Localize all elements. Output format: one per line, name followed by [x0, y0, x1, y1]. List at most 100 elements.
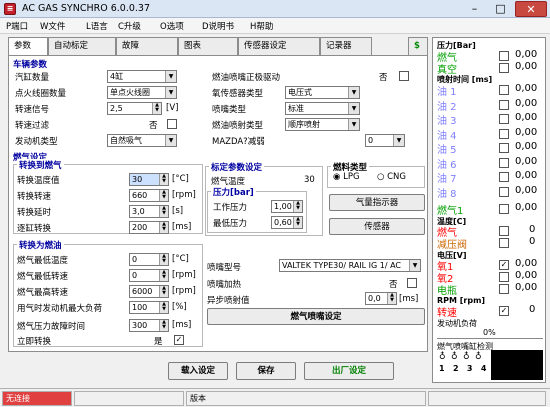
menu-file[interactable]: W文件: [40, 20, 65, 32]
close-icon[interactable]: ✕: [515, 1, 547, 17]
minimize-icon[interactable]: –: [462, 1, 487, 17]
battery-checkbox[interactable]: [499, 284, 509, 294]
ignition-select[interactable]: 单点火线圈 ▼: [107, 86, 177, 99]
rpm-checkbox[interactable]: ✓: [499, 306, 509, 316]
cng-radio[interactable]: ○ CNG: [377, 172, 406, 182]
refresh-icon[interactable]: $: [408, 37, 428, 55]
cylinder-icons: ♁ ♁ ♁ ♁: [437, 352, 487, 364]
oil-7-checkbox[interactable]: [499, 172, 509, 182]
tab-recorder[interactable]: 记录器: [320, 37, 372, 55]
lpg-radio[interactable]: ◉ LPG: [333, 172, 360, 182]
min-pressure-input[interactable]: 0,60 ▲ ▼: [271, 216, 303, 229]
tab-sensor-settings[interactable]: 传感器设定: [238, 37, 320, 55]
tab-faults[interactable]: 故障: [116, 37, 178, 55]
async-input[interactable]: 0,0 ▲ ▼: [365, 292, 397, 305]
engine-load-value: 0%: [483, 328, 496, 337]
tab-parameters[interactable]: 参数: [8, 37, 48, 56]
save-button[interactable]: 保存: [236, 362, 296, 380]
max-load-value: 100: [132, 303, 148, 312]
tab-charts[interactable]: 图表: [178, 37, 238, 55]
cylinders-select[interactable]: 4缸 ▼: [107, 70, 177, 83]
o2-2-checkbox[interactable]: [499, 272, 509, 282]
oil-7-label: 油 7: [437, 174, 457, 185]
chevron-down-icon: ▼: [165, 71, 176, 82]
reducer-temp-value: 0: [529, 236, 536, 247]
injector-icon[interactable]: ♁: [451, 352, 458, 362]
oil-4-checkbox[interactable]: [499, 128, 509, 139]
spin-arrows-icon: ▲ ▼: [159, 320, 168, 331]
max-rpm-input[interactable]: 6000 ▲ ▼: [129, 285, 169, 298]
injector-icon[interactable]: ♁: [475, 352, 482, 362]
chevron-down-icon: ▼: [348, 119, 359, 130]
factory-settings-button[interactable]: 出厂设定: [304, 362, 394, 380]
menu-options[interactable]: O选项: [160, 20, 184, 32]
menu-language[interactable]: L语言: [86, 20, 108, 32]
mazda-select[interactable]: 0 ▼: [365, 134, 405, 147]
switch-rpm-value: 660: [132, 191, 148, 200]
sensor-button[interactable]: 传感器: [329, 218, 425, 235]
gas1-label: 燃气1: [437, 206, 464, 217]
inj-mode-label: 燃油喷射类型: [212, 121, 264, 131]
oil-1-checkbox[interactable]: [499, 85, 509, 95]
inj-check-title: 燃气喷嘴缸检测: [437, 342, 493, 351]
pressure-title: 压力[bar]: [211, 186, 256, 198]
inj-heat-label: 喷嘴加热: [207, 280, 242, 290]
switch-delay-input[interactable]: 3,0 ▲ ▼: [129, 205, 169, 218]
oil-3-value: 0,00: [515, 112, 538, 123]
min-rpm-label: 燃气最低转速: [17, 272, 69, 282]
inj-model-select[interactable]: VALTEK TYPE30/ RAIL IG 1/ AC ▼: [279, 259, 421, 272]
fault-time-input[interactable]: 300 ▲ ▼: [129, 319, 169, 332]
spin-arrows-icon: ▲ ▼: [159, 222, 168, 233]
o2-1-checkbox[interactable]: ✓: [499, 260, 509, 270]
rpm-signal-input[interactable]: 2,5 ▲ ▼: [107, 102, 162, 115]
tab-autocalibration[interactable]: 自动标定: [48, 37, 116, 55]
menu-help[interactable]: H帮助: [250, 20, 273, 32]
cyl-1-label: 1: [439, 364, 445, 373]
max-rpm-unit: [rpm]: [172, 286, 196, 296]
engine-type-select[interactable]: 自然吸气 ▼: [107, 134, 177, 147]
async-unit: [ms]: [399, 294, 419, 304]
spin-arrows-icon: ▲ ▼: [159, 286, 168, 297]
async-value: 0,0: [368, 294, 381, 303]
work-pressure-value: 1,00: [274, 202, 292, 211]
oil-5-checkbox[interactable]: [499, 143, 509, 153]
mazda-value: 0: [368, 136, 374, 145]
menu-port[interactable]: P端口: [6, 20, 28, 32]
level-indicator-button[interactable]: 气量指示器: [329, 194, 425, 211]
switch-rpm-input[interactable]: 660 ▲ ▼: [129, 189, 169, 202]
min-rpm-input[interactable]: 0 ▲ ▼: [129, 269, 169, 282]
gas-driver-checkbox[interactable]: [399, 71, 409, 81]
oil-6-checkbox[interactable]: [499, 157, 509, 168]
vacuum-checkbox[interactable]: [499, 63, 509, 73]
max-load-input[interactable]: 100 ▲ ▼: [129, 301, 169, 314]
work-pressure-input[interactable]: 1,00 ▲ ▼: [271, 200, 303, 213]
oil-2-checkbox[interactable]: [499, 99, 509, 110]
menu-manual[interactable]: D说明书: [202, 20, 234, 32]
gas-temp-checkbox[interactable]: [499, 226, 509, 236]
o2-type-value: 电压式: [288, 88, 312, 97]
status-cell-right: [428, 391, 546, 406]
menu-upgrade[interactable]: C升级: [118, 20, 141, 32]
injector-icon[interactable]: ♁: [463, 352, 470, 362]
inj-type-select[interactable]: 标准 ▼: [285, 102, 360, 115]
min-temp-input[interactable]: 0 ▲ ▼: [129, 253, 169, 266]
load-settings-button[interactable]: 载入设定: [168, 362, 228, 380]
inj-heat-checkbox[interactable]: [407, 278, 417, 288]
maximize-icon[interactable]: □: [488, 1, 513, 17]
injector-settings-button[interactable]: 燃气喷嘴设定: [207, 308, 425, 325]
oil-3-checkbox[interactable]: [499, 114, 509, 124]
oil-1-label: 油 1: [437, 87, 457, 98]
switch-temp-input[interactable]: 30 ▲ ▼: [129, 173, 169, 186]
gas-pressure-checkbox[interactable]: [499, 51, 509, 61]
gas1-checkbox[interactable]: [499, 204, 509, 214]
min-temp-value: 0: [132, 255, 138, 264]
cylinder-numbers: 1 2 3 4: [439, 364, 486, 373]
rpm-filter-checkbox[interactable]: [167, 119, 177, 129]
oil-8-checkbox[interactable]: [499, 186, 509, 197]
instant-checkbox[interactable]: ✓: [174, 335, 184, 345]
reducer-temp-checkbox[interactable]: [499, 238, 509, 248]
inj-mode-select[interactable]: 顺序喷射 ▼: [285, 118, 360, 131]
o2-type-select[interactable]: 电压式 ▼: [285, 86, 360, 99]
gradual-input[interactable]: 200 ▲ ▼: [129, 221, 169, 234]
injector-icon[interactable]: ♁: [439, 352, 446, 362]
